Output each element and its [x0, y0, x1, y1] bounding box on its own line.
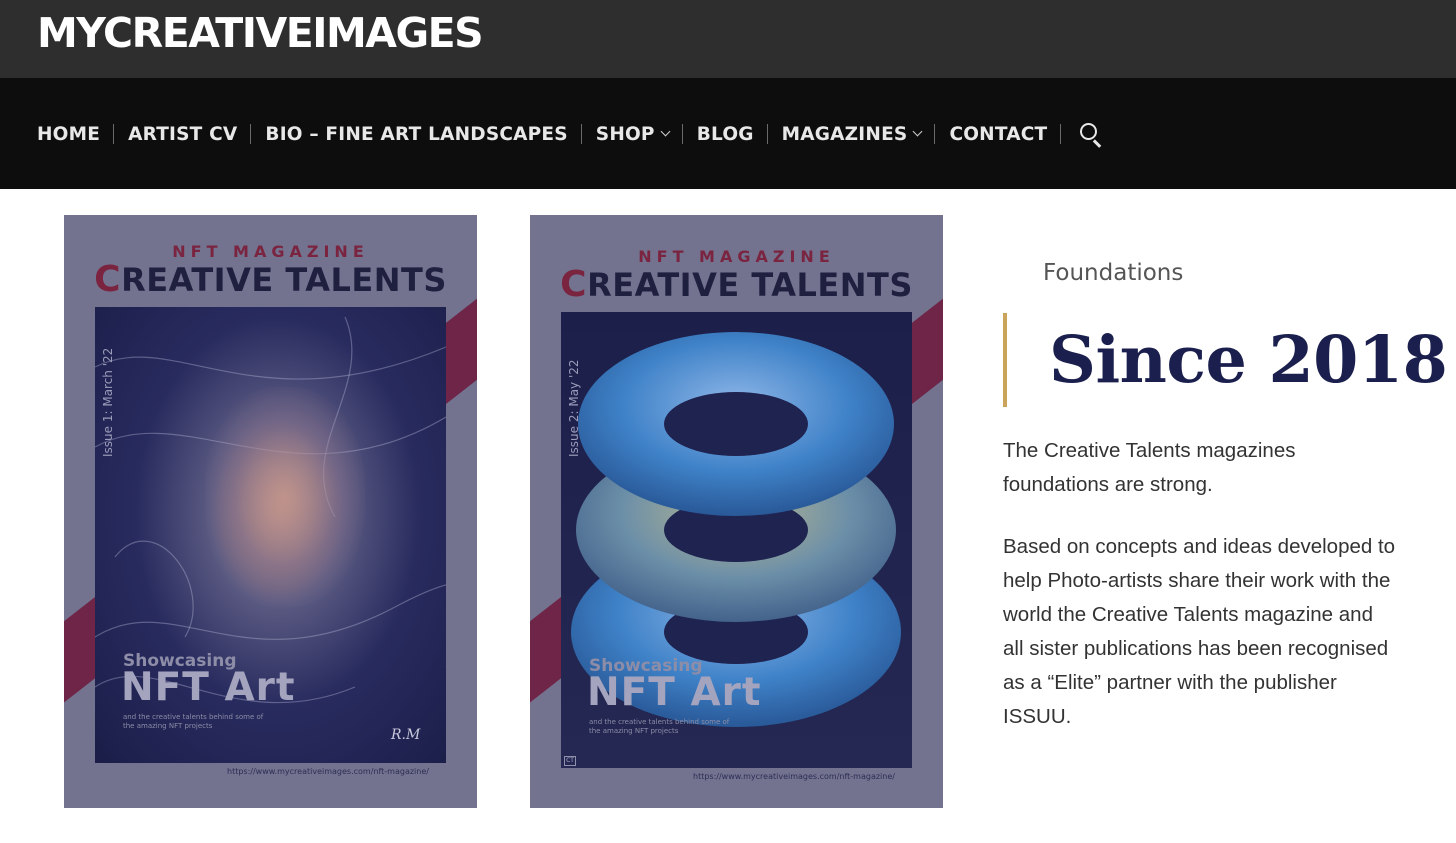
cover-subline: and the creative talents behind some of … [123, 713, 264, 730]
nav-divider [250, 124, 252, 144]
site-title[interactable]: MYCREATIVEIMAGES [37, 8, 484, 58]
nav-item-label: ARTIST CV [128, 123, 238, 145]
nav-item-label: HOME [37, 123, 101, 145]
cover-issue-label: Issue 1: March '22 [101, 347, 115, 457]
cover-url: https://www.mycreativeimages.com/nft-mag… [693, 772, 895, 781]
cover-subline: and the creative talents behind some of … [589, 718, 730, 735]
section-heading: Since 2018 [1049, 322, 1448, 398]
nav-item-label: BLOG [696, 123, 754, 145]
nav-item-shop[interactable]: SHOP [595, 123, 671, 145]
cover-artwork: Issue 1: March '22 Showcasing NFT Art an… [95, 307, 446, 763]
magazine-cover-issue-1[interactable]: NFT MAGAZINE CREATIVE TALENTS Issue 1: M… [64, 215, 477, 808]
foundations-paragraph-1: The Creative Talents magazines foundatio… [1003, 439, 1296, 496]
search-icon[interactable] [1079, 122, 1103, 148]
nav-divider [766, 124, 768, 144]
nav-item-blog[interactable]: BLOG [697, 124, 754, 145]
search-icon-ring [1080, 123, 1098, 140]
cover-title-initial: C [94, 259, 122, 300]
nav-item-label: BIO – FINE ART LANDSCAPES [265, 123, 568, 145]
chevron-down-icon [912, 126, 923, 137]
cover-signature: R.M [391, 727, 421, 743]
nav-item-label: SHOP [595, 123, 655, 145]
main-navigation: HOME ARTIST CV BIO – FINE ART LANDSCAPES… [0, 78, 1456, 189]
cover-headline: NFT Art [121, 665, 296, 710]
cover-issue-label: Issue 2: May '22 [567, 359, 581, 457]
nav-item-home[interactable]: HOME [37, 124, 100, 145]
search-icon-handle [1093, 139, 1102, 148]
cover-title-rest: REATIVE TALENTS [587, 266, 913, 304]
section-eyebrow: Foundations [1043, 260, 1184, 286]
nav-item-artist-cv[interactable]: ARTIST CV [128, 124, 237, 145]
nav-item-magazines[interactable]: MAGAZINES [781, 123, 923, 145]
site-header: MYCREATIVEIMAGES [0, 0, 1456, 78]
accent-bar [1003, 313, 1007, 407]
cover-headline: NFT Art [587, 670, 762, 715]
nav-divider [1060, 124, 1062, 144]
cover-artwork: Issue 2: May '22 Showcasing NFT Art and … [561, 312, 912, 768]
cover-title-initial: C [560, 264, 588, 305]
cover-title: CREATIVE TALENTS [64, 259, 477, 300]
nav-divider [934, 124, 936, 144]
chevron-down-icon [660, 126, 671, 137]
cover-title-rest: REATIVE TALENTS [121, 261, 447, 299]
nav-divider [113, 124, 115, 144]
cover-url: https://www.mycreativeimages.com/nft-mag… [227, 767, 429, 776]
nav-divider [681, 124, 683, 144]
nav-item-bio[interactable]: BIO – FINE ART LANDSCAPES [265, 124, 567, 145]
foundations-paragraph-2: Based on concepts and ideas developed to… [1003, 535, 1396, 728]
nav-item-contact[interactable]: CONTACT [949, 124, 1047, 145]
nav-item-label: CONTACT [949, 123, 1048, 145]
cover-face-illustration [205, 387, 365, 607]
cover-title: CREATIVE TALENTS [530, 264, 943, 305]
nav-menu: HOME ARTIST CV BIO – FINE ART LANDSCAPES… [37, 118, 1103, 150]
magazine-cover-issue-2[interactable]: NFT MAGAZINE CREATIVE TALENTS Issue 2: M… [530, 215, 943, 808]
nav-item-label: MAGAZINES [781, 123, 908, 145]
nav-divider [580, 124, 582, 144]
cover-ct-badge: CT [564, 756, 576, 766]
